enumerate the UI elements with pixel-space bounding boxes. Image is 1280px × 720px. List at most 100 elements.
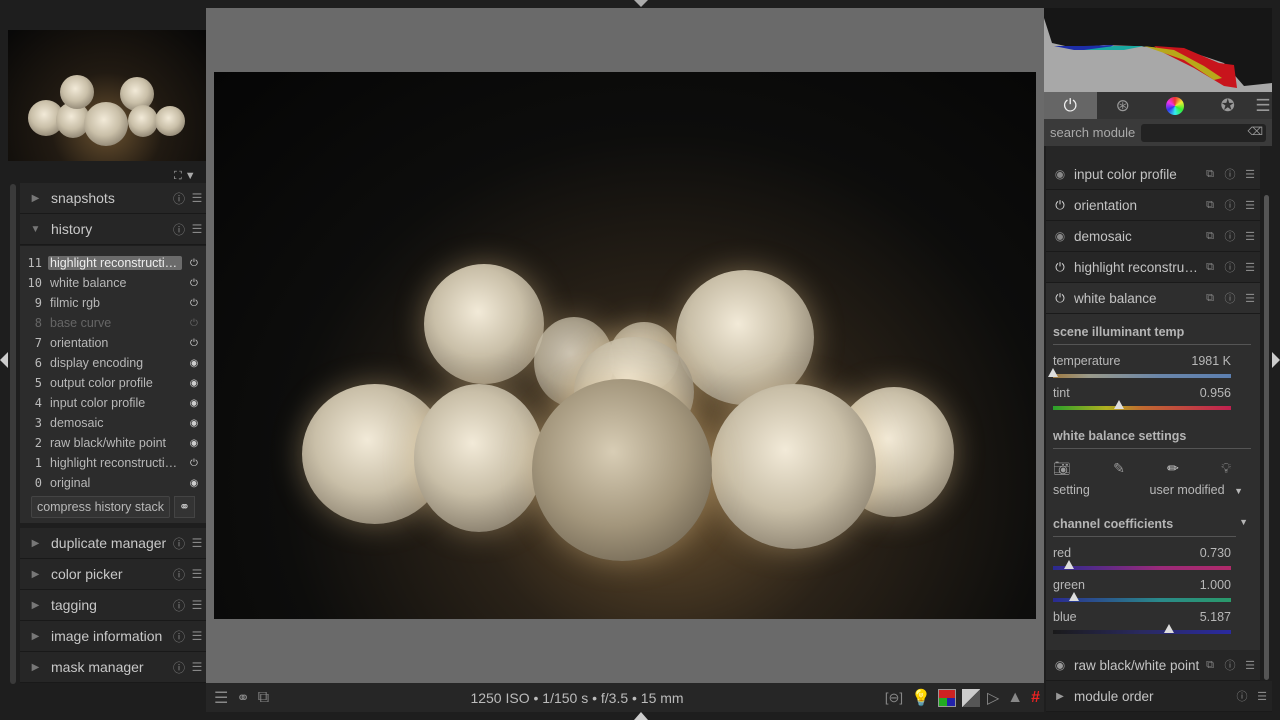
presets-menu-icon[interactable]: ☰ (188, 660, 206, 674)
module-highlight-reconstruc-[interactable]: ⏻ highlight reconstruc… ⧉ ⓘ ☰ (1046, 252, 1260, 283)
history-item[interactable]: 4 input color profile ◉ (20, 393, 206, 413)
info-icon[interactable]: ⓘ (1232, 688, 1252, 704)
history-item[interactable]: 3 demosaic ◉ (20, 413, 206, 433)
module-image-information[interactable]: ▶ image information ⓘ ☰ (20, 621, 206, 652)
reset-icon[interactable]: ⓘ (1220, 197, 1240, 213)
right-panel-toggle[interactable] (1272, 352, 1280, 368)
info-icon[interactable]: ⓘ (170, 628, 188, 645)
slider-handle[interactable] (1069, 592, 1080, 601)
reset-icon[interactable]: ⓘ (1220, 166, 1240, 182)
temperature-slider[interactable]: temperature 1981 K (1048, 354, 1231, 378)
history-item[interactable]: 7 orientation ⏻ (20, 333, 206, 353)
module-demosaic[interactable]: ◉ demosaic ⧉ ⓘ ☰ (1046, 221, 1260, 252)
module-tagging[interactable]: ▶ tagging ⓘ ☰ (20, 590, 206, 621)
presets-menu-icon[interactable]: ☰ (1254, 92, 1272, 119)
module-orientation[interactable]: ⏻ orientation ⧉ ⓘ ☰ (1046, 190, 1260, 221)
tint-slider[interactable]: tint 0.956 (1053, 386, 1231, 410)
multi-instance-icon[interactable]: ⧉ (1200, 292, 1220, 305)
blue-slider[interactable]: blue 5.187 (1053, 610, 1231, 634)
setting-dropdown[interactable]: setting user modified ▼ (1053, 483, 1243, 497)
module-input-color-profile[interactable]: ◉ input color profile ⧉ ⓘ ☰ (1046, 159, 1260, 190)
reset-icon[interactable]: ⓘ (1220, 259, 1240, 275)
multi-instance-icon[interactable]: ⧉ (1200, 230, 1220, 243)
module-order[interactable]: ▶ module order ⓘ ☰ (1046, 681, 1272, 712)
create-style-button[interactable]: ⚭ (174, 496, 195, 518)
power-icon[interactable]: ⏻ (1046, 291, 1074, 306)
module-color-picker[interactable]: ▶ color picker ⓘ ☰ (20, 559, 206, 590)
guides-icon[interactable]: # (1031, 689, 1040, 707)
presets-menu-icon[interactable]: ☰ (188, 629, 206, 643)
presets-icon[interactable]: ☰ (1240, 659, 1260, 672)
presets-icon[interactable]: ☰ (1240, 199, 1260, 212)
softproof-icon[interactable] (937, 688, 956, 707)
gamut-check-icon[interactable] (961, 688, 980, 707)
history-item[interactable]: 8 base curve ⏻ (20, 313, 206, 333)
presets-icon[interactable]: ☰ (1252, 690, 1272, 703)
right-scrollbar[interactable] (1264, 195, 1269, 680)
info-icon[interactable]: ⓘ (170, 190, 188, 207)
multi-instance-icon[interactable]: ⧉ (1200, 261, 1220, 274)
second-window-icon[interactable]: ⧉ (258, 689, 269, 707)
zoom-menu-icon[interactable]: ⛶ ▼ (174, 170, 196, 183)
presets-menu-icon[interactable]: ☰ (188, 567, 206, 581)
top-panel-toggle[interactable] (634, 0, 648, 7)
presets-menu-icon[interactable]: ☰ (188, 598, 206, 612)
power-icon[interactable]: ⏻ (1046, 260, 1074, 275)
presets-icon[interactable]: ☰ (1240, 230, 1260, 243)
info-icon[interactable]: ⓘ (170, 535, 188, 552)
color-assessment-icon[interactable]: 💡 (911, 688, 931, 708)
slider-handle[interactable] (1113, 400, 1124, 409)
tab-color-icon[interactable] (1149, 92, 1202, 119)
history-item[interactable]: 5 output color profile ◉ (20, 373, 206, 393)
module-raw-black-white-point[interactable]: ◉ raw black/white point ⧉ ⓘ ☰ (1046, 650, 1260, 681)
multi-instance-icon[interactable]: ⧉ (1200, 168, 1220, 181)
history-item[interactable]: 6 display encoding ◉ (20, 353, 206, 373)
always-on-icon[interactable]: ◉ (1046, 229, 1074, 243)
presets-menu-icon[interactable]: ☰ (188, 536, 206, 550)
info-icon[interactable]: ⓘ (170, 659, 188, 676)
raw-overexposed-icon[interactable]: ▷ (987, 688, 999, 708)
presets-icon[interactable]: ☰ (1240, 292, 1260, 305)
presets-icon[interactable]: ☰ (1240, 261, 1260, 274)
tab-base-icon[interactable]: ⊛ (1097, 92, 1150, 119)
navigation-thumbnail[interactable] (8, 30, 206, 161)
slider-handle[interactable] (1064, 560, 1075, 569)
color-picker-icon[interactable]: ✎ (1113, 460, 1125, 477)
left-panel-toggle[interactable] (0, 352, 8, 368)
multi-instance-icon[interactable]: ⧉ (1200, 659, 1220, 672)
history-item[interactable]: 9 filmic rgb ⏻ (20, 293, 206, 313)
left-scrollbar[interactable] (10, 184, 16, 684)
bulb-icon[interactable]: 💡︎ (1221, 460, 1231, 477)
quick-access-menu-icon[interactable]: ☰ (214, 688, 228, 708)
reset-icon[interactable]: ⓘ (1220, 657, 1240, 673)
multi-instance-icon[interactable]: ⧉ (1200, 199, 1220, 212)
power-icon[interactable]: ⏻ (1046, 198, 1074, 213)
history-item[interactable]: 11 highlight reconstructi… ⏻ (20, 253, 206, 273)
reset-icon[interactable]: ⓘ (1220, 228, 1240, 244)
compress-history-button[interactable]: compress history stack (31, 496, 170, 518)
history-item[interactable]: 2 raw black/white point ◉ (20, 433, 206, 453)
module-mask-manager[interactable]: ▶ mask manager ⓘ ☰ (20, 652, 206, 683)
camera-icon[interactable]: 📷︎ (1053, 460, 1071, 477)
main-image[interactable] (214, 72, 1036, 619)
styles-icon[interactable]: ⚭ (236, 688, 249, 708)
history-item[interactable]: 0 original ◉ (20, 473, 206, 493)
info-icon[interactable]: ⓘ (170, 597, 188, 614)
history-item[interactable]: 10 white balance ⏻ (20, 273, 206, 293)
slider-handle[interactable] (1048, 368, 1058, 377)
reset-icon[interactable]: ⓘ (1220, 290, 1240, 306)
tab-effects-icon[interactable]: ✪ (1202, 92, 1255, 119)
presets-menu-icon[interactable]: ☰ (188, 191, 206, 205)
module-white-balance[interactable]: ⏻ white balance ⧉ ⓘ ☰ (1046, 283, 1260, 314)
history-item[interactable]: 1 highlight reconstructi… ⏻ (20, 453, 206, 473)
red-slider[interactable]: red 0.730 (1053, 546, 1231, 570)
user-modified-pencil-icon[interactable]: ✏︎ (1167, 460, 1179, 477)
slider-handle[interactable] (1163, 624, 1174, 633)
module-snapshots[interactable]: ▶ snapshots ⓘ ☰ (20, 183, 206, 214)
clear-icon[interactable]: ⌫ (1247, 125, 1263, 138)
search-module-input[interactable]: ⌫ (1141, 123, 1266, 142)
focus-peaking-icon[interactable]: [⊖] (885, 690, 903, 706)
clipping-warning-icon[interactable]: ▲ (1007, 689, 1023, 707)
histogram[interactable] (1044, 8, 1272, 92)
tab-active-modules-power-icon[interactable]: ⏻ (1044, 92, 1097, 119)
